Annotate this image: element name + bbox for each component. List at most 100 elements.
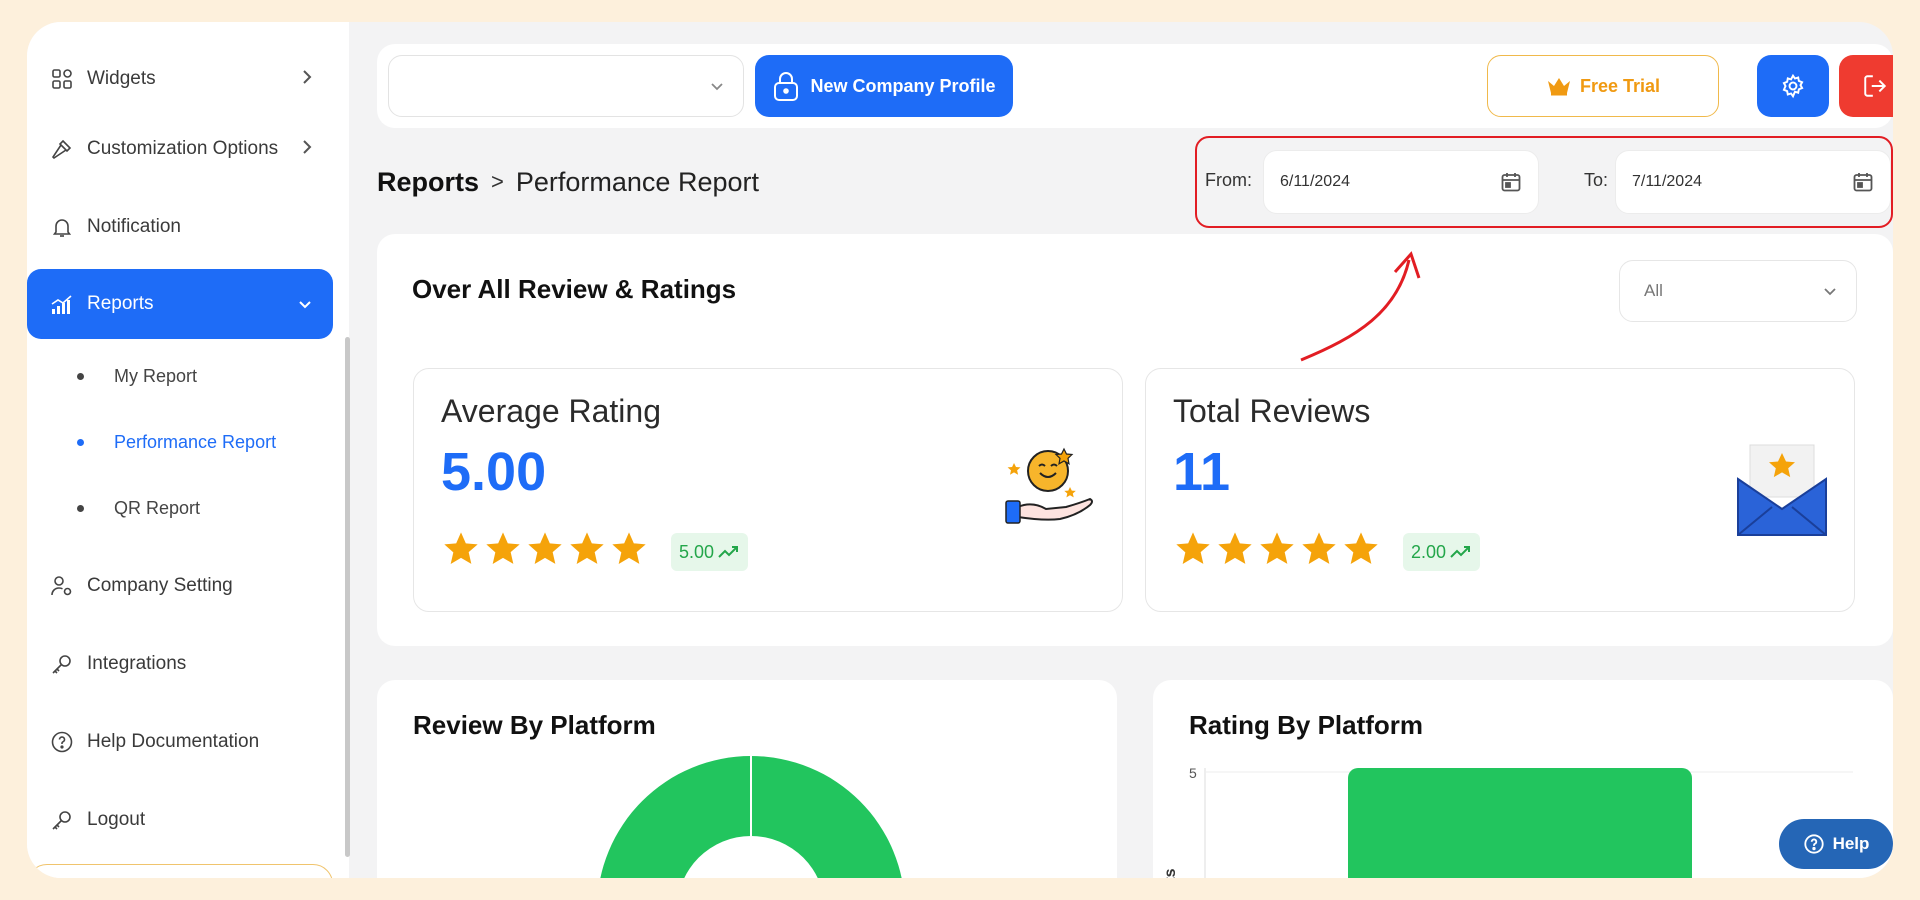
top-bar: New Company Profile Free Trial — [377, 44, 1893, 128]
sidebar-item-integrations[interactable]: Integrations — [27, 629, 333, 699]
star-icon — [486, 532, 520, 564]
new-company-profile-button[interactable]: New Company Profile — [755, 55, 1013, 117]
star-icon — [570, 532, 604, 564]
breadcrumb-root[interactable]: Reports — [377, 167, 479, 198]
sidebar-sub-performance-report[interactable]: Performance Report — [77, 422, 276, 462]
star-icon — [1344, 532, 1378, 564]
y-axis-label: ounts — [1162, 868, 1179, 878]
sidebar-sub-my-report[interactable]: My Report — [77, 356, 197, 396]
y-axis-tick: 5 — [1189, 765, 1197, 781]
star-icon — [1260, 532, 1294, 564]
star-icon — [1218, 532, 1252, 564]
sidebar-scrollbar[interactable] — [345, 337, 350, 857]
sidebar-item-widgets[interactable]: Widgets — [27, 44, 333, 114]
envelope-star-icon — [1736, 443, 1828, 544]
sidebar-sub-qr-report[interactable]: QR Report — [77, 488, 200, 528]
overall-review-ratings-card: Over All Review & Ratings All Average Ra… — [377, 234, 1893, 646]
sidebar-item-label: Logout — [87, 809, 146, 830]
question-circle-icon — [1803, 834, 1824, 854]
crown-icon — [1547, 78, 1570, 96]
rating-bar — [1348, 768, 1692, 878]
trend-badge: 2.00 — [1403, 533, 1481, 571]
new-company-profile-label: New Company Profile — [810, 75, 996, 96]
calendar-icon[interactable] — [1852, 171, 1874, 198]
average-rating-card: Average Rating 5.00 5.00 — [413, 368, 1123, 612]
user-gear-icon — [49, 573, 75, 599]
key-icon — [49, 651, 75, 677]
sidebar-item-label: Integrations — [87, 653, 187, 674]
key-icon — [49, 807, 75, 833]
gear-icon — [1782, 73, 1804, 99]
sidebar-item-reports[interactable]: Reports — [27, 269, 333, 339]
star-icon — [612, 532, 646, 564]
lock-icon — [774, 72, 799, 101]
sidebar: Widgets Customization Options Notificati… — [27, 22, 349, 878]
review-by-platform-card: Review By Platform — [377, 680, 1117, 878]
platform-filter-select[interactable]: All — [1619, 260, 1857, 322]
free-trial-button[interactable]: Free Trial — [1487, 55, 1719, 117]
section-title: Over All Review & Ratings — [412, 274, 737, 304]
logout-icon — [1864, 75, 1887, 97]
to-date-input[interactable]: 7/11/2024 — [1615, 150, 1891, 214]
question-circle-icon — [49, 729, 75, 755]
sidebar-item-label: Company Setting — [87, 575, 233, 596]
chevron-down-icon — [709, 78, 725, 99]
help-label: Help — [1832, 834, 1870, 853]
company-select[interactable] — [388, 55, 744, 117]
to-label: To: — [1584, 170, 1609, 190]
star-icon — [444, 532, 478, 564]
logout-button[interactable] — [1839, 55, 1893, 117]
sidebar-sub-label: QR Report — [114, 497, 201, 518]
page-title: Performance Report — [515, 166, 759, 197]
app-frame: Widgets Customization Options Notificati… — [27, 22, 1893, 878]
chevron-right-icon — [301, 138, 313, 162]
breadcrumb: Reports > Performance Report — [377, 162, 759, 202]
annotation-arrow — [1300, 251, 1421, 362]
hammer-icon — [49, 136, 75, 162]
happy-hand-icon — [1004, 443, 1096, 540]
from-date-value: 6/11/2024 — [1280, 173, 1350, 190]
sidebar-item-customization[interactable]: Customization Options — [27, 114, 333, 184]
sidebar-item-label: Widgets — [87, 68, 156, 89]
average-rating-value: 5.00 — [441, 442, 547, 502]
total-reviews-card: Total Reviews 11 2.00 — [1145, 368, 1855, 612]
sidebar-sub-label: Performance Report — [114, 431, 277, 452]
free-trial-label: Free Trial — [1579, 75, 1661, 96]
help-button[interactable]: Help — [1779, 819, 1893, 869]
grid-icon — [49, 66, 75, 92]
platform-filter-value: All — [1644, 281, 1663, 300]
sidebar-item-label: Notification — [87, 216, 181, 237]
star-icon — [1302, 532, 1336, 564]
chevron-down-icon — [297, 295, 313, 317]
trend-value: 2.00 — [1411, 541, 1447, 562]
star-rating — [441, 529, 651, 569]
trending-up-icon — [718, 546, 739, 558]
chart-icon — [49, 291, 75, 317]
sidebar-item-company-setting[interactable]: Company Setting — [27, 551, 333, 621]
from-date-input[interactable]: 6/11/2024 — [1263, 150, 1539, 214]
trend-badge: 5.00 — [671, 533, 749, 571]
star-icon — [528, 532, 562, 564]
total-reviews-value: 11 — [1173, 442, 1231, 502]
sidebar-item-label: Customization Options — [87, 138, 279, 159]
chevron-right-icon — [301, 68, 313, 92]
stat-label: Average Rating — [441, 393, 661, 429]
trend-value: 5.00 — [679, 541, 715, 562]
breadcrumb-separator: > — [491, 169, 504, 194]
trending-up-icon — [1450, 546, 1471, 558]
bell-icon — [49, 214, 75, 240]
chevron-down-icon — [1822, 283, 1838, 304]
sidebar-item-logout[interactable]: Logout — [27, 785, 333, 855]
star-icon — [1176, 532, 1210, 564]
sidebar-upgrade-pill[interactable] — [27, 864, 333, 878]
from-label: From: — [1205, 170, 1252, 190]
star-rating — [1173, 529, 1383, 569]
sidebar-item-label: Reports — [87, 293, 154, 314]
sidebar-sub-label: My Report — [114, 365, 198, 386]
sidebar-item-notification[interactable]: Notification — [27, 192, 333, 262]
settings-button[interactable] — [1757, 55, 1829, 117]
stat-label: Total Reviews — [1173, 393, 1371, 429]
calendar-icon[interactable] — [1500, 171, 1522, 198]
sidebar-item-help-documentation[interactable]: Help Documentation — [27, 707, 333, 777]
to-date-value: 7/11/2024 — [1632, 173, 1702, 190]
